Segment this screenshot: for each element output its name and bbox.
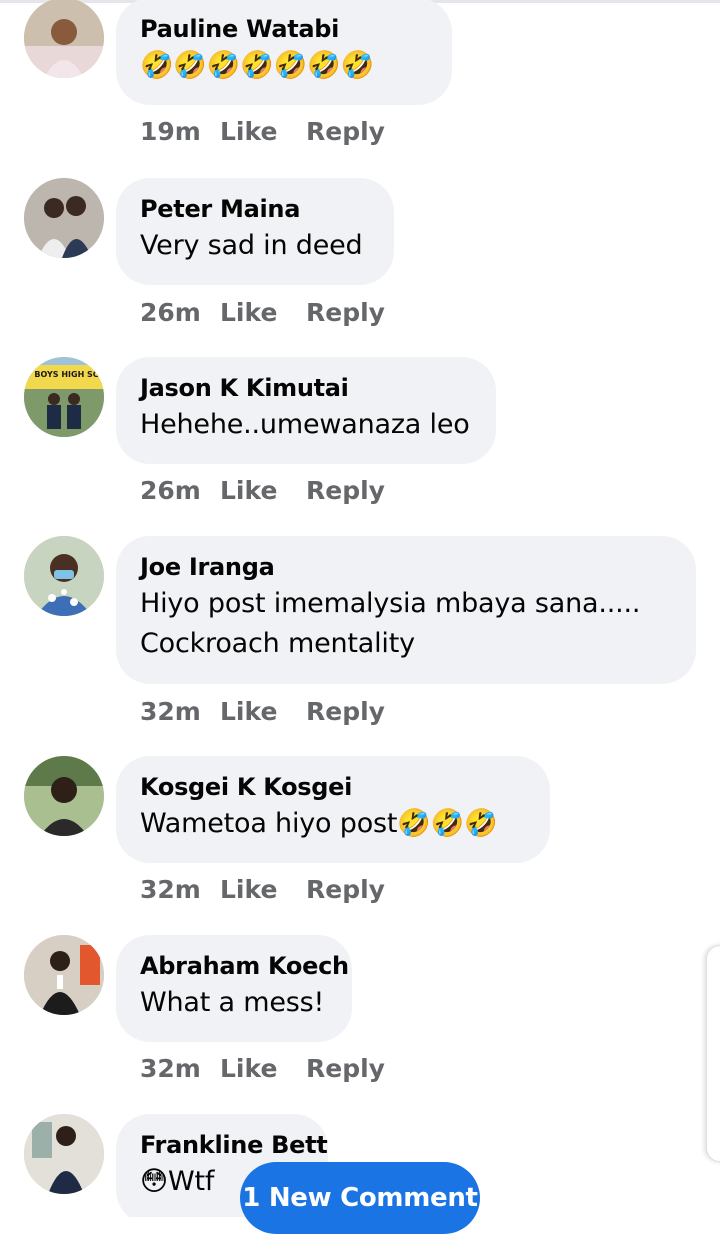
comment-time[interactable]: 19m: [140, 112, 220, 152]
avatar[interactable]: [24, 0, 104, 78]
comment-item: Pauline Watabi 🤣🤣🤣🤣🤣🤣🤣 19m Like Reply: [0, 0, 720, 177]
comment-actions: 32m Like Reply: [140, 870, 385, 910]
comment-item: YEMIT BOYS HIGH SCHOOL Jason K Kimutai H…: [0, 357, 720, 536]
like-button[interactable]: Like: [220, 692, 306, 732]
comment-time[interactable]: 32m: [140, 1049, 220, 1089]
avatar[interactable]: [24, 756, 104, 836]
comment-text: Wametoa hiyo post: [140, 808, 398, 839]
like-button[interactable]: Like: [220, 1049, 306, 1089]
comment-bubble: Joe Iranga Hiyo post imemalysia mbaya sa…: [116, 536, 696, 684]
comment-item: Abraham Koech What a mess! 32m Like Repl…: [0, 935, 720, 1114]
comment-item: Kosgei K Kosgei Wametoa hiyo post🤣🤣🤣 32m…: [0, 756, 720, 935]
comment-author[interactable]: Peter Maina: [140, 192, 368, 226]
comment-author[interactable]: Jason K Kimutai: [140, 371, 470, 405]
comment-bubble: Abraham Koech What a mess!: [116, 935, 352, 1042]
avatar[interactable]: YEMIT BOYS HIGH SCHOOL: [24, 357, 104, 437]
reply-button[interactable]: Reply: [306, 112, 385, 152]
comment-emoji: 🤣🤣🤣🤣🤣🤣🤣: [140, 50, 374, 81]
like-button[interactable]: Like: [220, 112, 306, 152]
comment-text: Very sad in deed: [140, 230, 363, 261]
comment-author[interactable]: Pauline Watabi: [140, 12, 426, 46]
comment-bubble: Pauline Watabi 🤣🤣🤣🤣🤣🤣🤣: [116, 0, 452, 105]
avatar[interactable]: [24, 1114, 104, 1194]
comment-time[interactable]: 26m: [140, 471, 220, 511]
comment-text: Hehehe..umewanaza leo: [140, 409, 470, 440]
like-button[interactable]: Like: [220, 293, 306, 333]
comment-bubble: Jason K Kimutai Hehehe..umewanaza leo: [116, 357, 496, 464]
reply-button[interactable]: Reply: [306, 471, 385, 511]
comment-text: What a mess!: [140, 987, 325, 1018]
avatar[interactable]: [24, 536, 104, 616]
comment-text-line2: Cockroach mentality: [140, 628, 415, 659]
comment-actions: 26m Like Reply: [140, 293, 385, 333]
comment-bubble: Kosgei K Kosgei Wametoa hiyo post🤣🤣🤣: [116, 756, 550, 863]
comment-emoji: 🤣🤣🤣: [397, 808, 498, 839]
comment-bubble: Peter Maina Very sad in deed: [116, 178, 394, 285]
reply-button[interactable]: Reply: [306, 1049, 385, 1089]
comment-author[interactable]: Abraham Koech: [140, 949, 349, 983]
comment-actions: 32m Like Reply: [140, 1049, 385, 1089]
comment-item: Joe Iranga Hiyo post imemalysia mbaya sa…: [0, 536, 720, 756]
comment-time[interactable]: 26m: [140, 293, 220, 333]
new-comment-button[interactable]: 1 New Comment: [240, 1162, 480, 1234]
avatar[interactable]: [24, 935, 104, 1015]
comment-item: Peter Maina Very sad in deed 26m Like Re…: [0, 178, 720, 357]
school-sign-text: YEMIT BOYS HIGH SCHOOL: [24, 370, 104, 379]
like-button[interactable]: Like: [220, 471, 306, 511]
comment-actions: 26m Like Reply: [140, 471, 385, 511]
comment-author[interactable]: Joe Iranga: [140, 550, 670, 584]
comment-text: Hiyo post imemalysia mbaya sana.....: [140, 588, 641, 619]
like-button[interactable]: Like: [220, 870, 306, 910]
comment-time[interactable]: 32m: [140, 870, 220, 910]
comment-actions: 32m Like Reply: [140, 692, 385, 732]
comment-author[interactable]: Frankline Bett: [140, 1128, 328, 1162]
reply-button[interactable]: Reply: [306, 692, 385, 732]
comment-actions: 19m Like Reply: [140, 112, 385, 152]
comment-time[interactable]: 32m: [140, 692, 220, 732]
comment-text: Wtf: [167, 1166, 215, 1197]
side-card-edge: [706, 945, 720, 1162]
comment-emoji: 😳: [140, 1166, 168, 1197]
avatar[interactable]: [24, 178, 104, 258]
comment-author[interactable]: Kosgei K Kosgei: [140, 770, 524, 804]
reply-button[interactable]: Reply: [306, 870, 385, 910]
reply-button[interactable]: Reply: [306, 293, 385, 333]
